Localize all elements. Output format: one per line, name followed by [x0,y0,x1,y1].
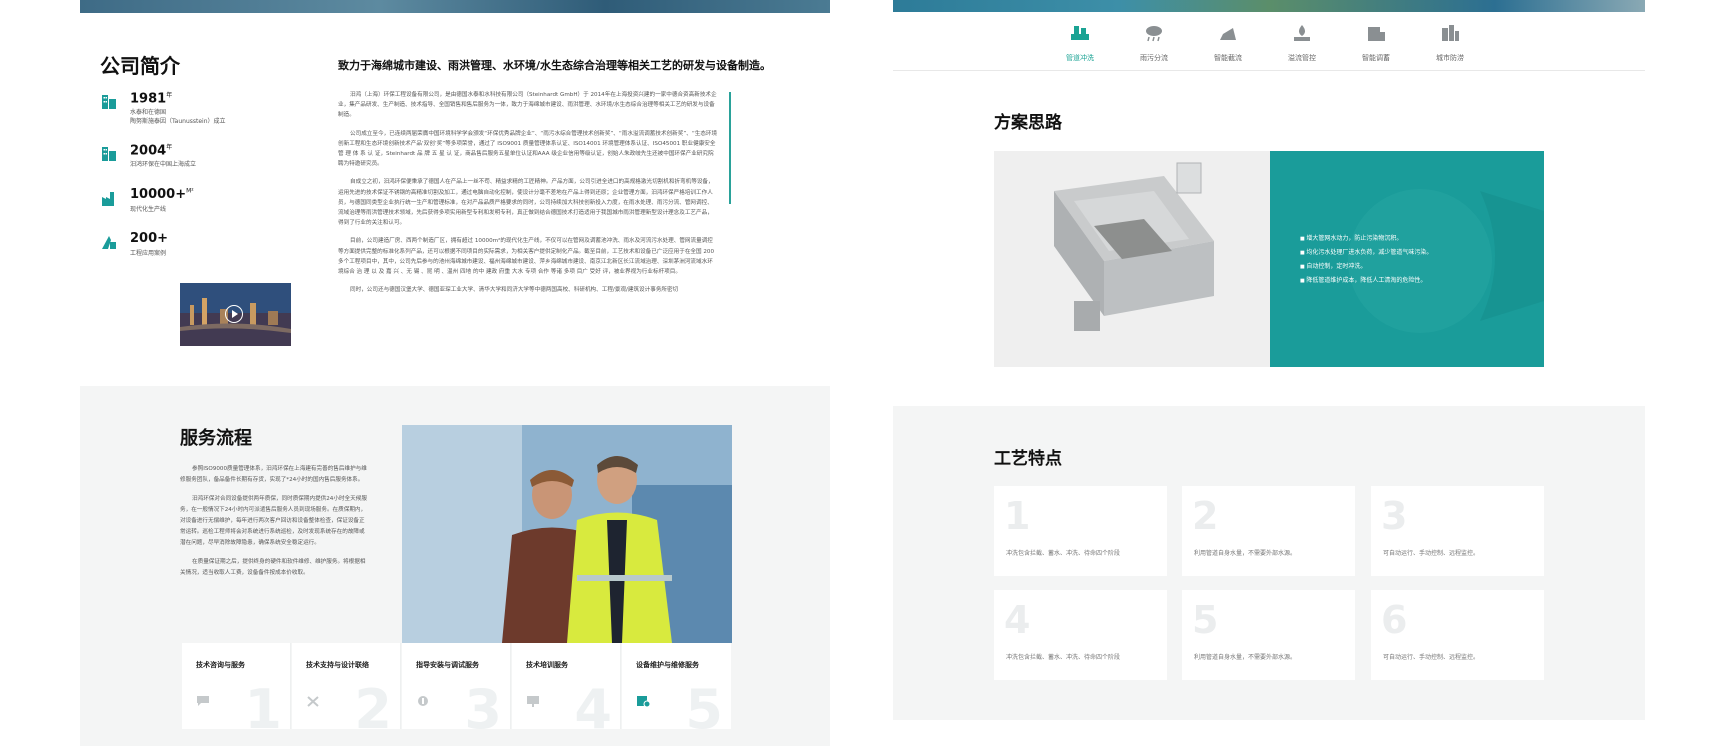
top-banner-image [893,0,1645,12]
pipe-flush-icon [1071,26,1089,40]
service-step-label: 指导安装与调试服务 [416,661,479,669]
plan-point: 增大管网水动力，防止污染物沉积。 [1300,232,1432,246]
service-step-number: 1 [244,678,282,730]
play-icon[interactable] [225,305,243,323]
intro-paragraph: 汨鸿（上海）环保工程设备有限公司，是由德国水泰和水科技有限公司（Steinhar… [338,92,717,119]
city-flood-icon [1442,25,1459,41]
craft-card-text: 利用管道自身水量，不需要外部水源。 [1194,654,1297,661]
craft-card-number: 6 [1381,598,1408,642]
craft-card-text: 可自动运行、手动控制、远程监控。 [1383,550,1480,557]
text-scrollbar[interactable] [729,92,731,204]
service-step-number: 5 [685,678,723,730]
service-step-installation[interactable]: 指导安装与调试服务 3 [402,643,511,729]
plan-point: 均化污水处理厂进水负荷，减少管道气味污染。 [1300,246,1432,260]
service-step-number: 2 [354,678,392,730]
tab-label: 城市防涝 [1436,54,1464,62]
stat-number: 10000+ [130,187,187,202]
craft-features-title: 工艺特点 [994,449,1062,469]
company-intro-text: 汨鸿（上海）环保工程设备有限公司，是由德国水泰和水科技有限公司（Steinhar… [338,90,718,303]
tab-label: 雨污分流 [1140,54,1168,62]
craft-card: 2 利用管道自身水量，不需要外部水源。 [1182,486,1355,576]
craft-card-number: 5 [1192,598,1219,642]
wrench-icon [418,696,428,706]
craft-card-text: 冲洗包含拦截、蓄水、冲洗、待命四个阶段 [1006,654,1121,661]
plan-points-list: 增大管网水动力，防止污染物沉积。 均化污水处理厂进水负荷，减少管道气味污染。 自… [1300,232,1432,288]
stat-description: 工程应用案例 [130,250,167,257]
factory-icon [102,192,114,206]
service-step-number: 4 [574,678,612,730]
service-paragraph: 在质量保证期之后，提供终身的硬件和软件维修、维护服务。将根据相关情况，适当收取人… [180,559,366,576]
tab-label: 管道冲洗 [1066,54,1094,62]
chat-icon [197,696,209,706]
service-step-maintenance[interactable]: 设备维护与维修服务 5 [622,643,731,729]
flush-chamber-image [994,151,1270,367]
plan-point: 降低管道维护成本，降低人工清淘的危险性。 [1300,274,1432,288]
service-step-label: 设备维护与维修服务 [636,661,699,669]
tab-label: 智能调蓄 [1362,54,1390,62]
service-step-design[interactable]: 技术支持与设计联络 2 [292,643,401,729]
top-banner-image [80,0,830,13]
service-paragraph: 汨鸿环保对合同设备提供两年质保，同时质保期内提供24小时全天候服务，在一般情况下… [180,496,367,546]
service-process-title: 服务流程 [180,428,252,449]
stat-description: 汨鸿环保在中国上海成立 [130,161,197,168]
overflow-icon [1294,25,1310,41]
interception-icon [1220,28,1236,40]
service-step-label: 技术咨询与服务 [196,661,245,669]
service-step-label: 技术支持与设计联络 [306,661,369,669]
service-step-label: 技术培训服务 [526,661,568,669]
stat-description: 现代化生产线 [130,206,167,213]
company-intro-heading: 致力于海绵城市建设、雨洪管理、水环境/水生态综合治理等相关工艺的研发与设备制造。 [338,59,772,72]
tab-label: 溢流管控 [1288,54,1316,62]
craft-card-number: 1 [1004,494,1031,538]
tab-pipe-flush[interactable]: 管道冲洗 [1050,22,1110,63]
craft-card-number: 2 [1192,494,1219,538]
rain-cloud-icon [1146,26,1162,42]
craft-card-number: 4 [1004,598,1031,642]
company-intro-title: 公司简介 [100,54,180,78]
craft-card: 4 冲洗包含拦截、蓄水、冲洗、待命四个阶段 [994,590,1167,680]
craft-card-number: 3 [1381,494,1408,538]
craft-card: 1 冲洗包含拦截、蓄水、冲洗、待命四个阶段 [994,486,1167,576]
intro-paragraph: 目前，公司建造厂房、西两个制造厂区，拥有超过 10000m²的现代化生产线，不仅… [338,238,715,276]
stat-description: 水泰和在德国 陶努斯施泰因（Taunusstein）成立 [130,109,226,125]
tab-overflow-control[interactable]: 溢流管控 [1272,22,1332,63]
building-icon [102,95,116,109]
service-step-consulting[interactable]: 技术咨询与服务 1 [182,643,291,729]
stat-unit: M² [186,187,194,195]
tab-rain-sewage[interactable]: 雨污分流 [1124,22,1184,63]
stat-number: 1981 [130,91,167,107]
stat-unit: 年 [166,144,173,151]
intro-paragraph: 同时，公司还与德国汉堡大学、德国亚琛工业大学、清华大学和同济大学等中德两国高校、… [350,287,679,294]
craft-card: 5 利用管道自身水量，不需要外部水源。 [1182,590,1355,680]
engineers-photo [402,425,732,643]
plan-point: 自动控制，定时冲洗。 [1300,260,1432,274]
presentation-icon [527,696,539,707]
stat-unit: 年 [166,92,173,99]
building-icon [102,147,116,161]
tab-divider [893,70,1645,71]
tools-icon [307,696,319,707]
storage-icon [1368,27,1385,41]
project-icon [102,236,116,249]
tab-smart-interception[interactable]: 智能截流 [1198,22,1258,63]
craft-card: 6 可自动运行、手动控制、远程监控。 [1371,590,1544,680]
craft-card-text: 利用管道自身水量，不需要外部水源。 [1194,550,1297,557]
stat-number: 200+ [130,231,169,246]
stat-number: 2004 [130,143,167,159]
intro-paragraph: 自成立之初，汨鸿环保便秉承了德国人在产品上一丝不苟、精益求精的工匠精神。产品方面… [338,179,714,227]
service-step-number: 3 [464,678,502,730]
tab-smart-storage[interactable]: 智能调蓄 [1346,22,1406,63]
service-paragraph: 参照ISO9000质量管理体系，汨鸿环保在上海建有完善的售后维护与维修服务团队，… [180,466,367,483]
plan-title: 方案思路 [994,113,1062,133]
craft-card-text: 可自动运行、手动控制、远程监控。 [1383,654,1480,661]
service-step-training[interactable]: 技术培训服务 4 [512,643,621,729]
service-process-text: 参照ISO9000质量管理体系，汨鸿环保在上海建有完善的售后维护与维修服务团队，… [180,464,370,587]
tab-label: 智能截流 [1214,54,1242,62]
craft-card-text: 冲洗包含拦截、蓄水、冲洗、待命四个阶段 [1006,550,1121,557]
maintenance-icon [637,696,650,707]
intro-paragraph: 公司成立至今，已连续两届荣膺中国环境科学学会颁发“环保优秀品牌企业”、“雨污水综… [338,130,718,168]
craft-card: 3 可自动运行、手动控制、远程监控。 [1371,486,1544,576]
tab-city-flood[interactable]: 城市防涝 [1420,22,1480,63]
